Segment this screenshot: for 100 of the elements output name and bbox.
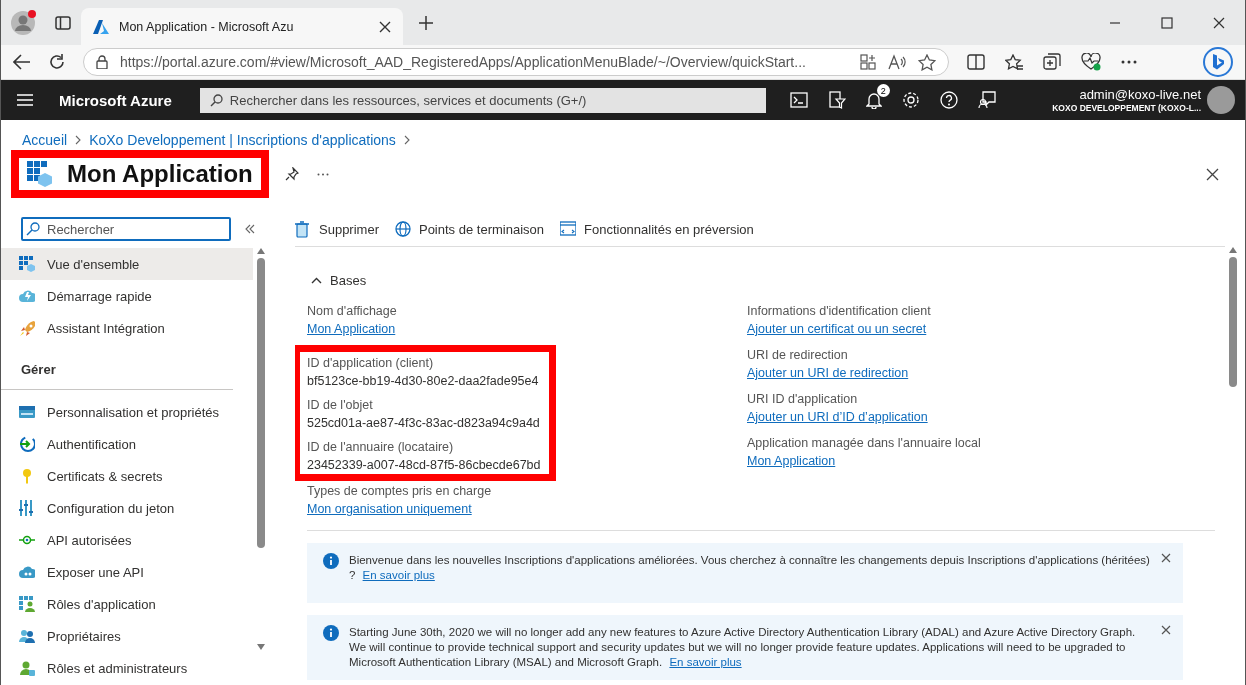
collapse-icon[interactable]	[245, 224, 255, 234]
nav-item-icon	[19, 320, 35, 336]
learn-more-link[interactable]: En savoir plus	[362, 569, 435, 581]
copilot-button[interactable]	[1203, 47, 1233, 77]
field-label: Types de comptes pris en charge	[307, 483, 492, 500]
close-icon[interactable]	[1206, 167, 1219, 181]
scroll-up-icon[interactable]	[257, 248, 265, 254]
more-icon[interactable]	[1121, 60, 1137, 64]
field-label: ID d'application (client)	[307, 355, 434, 372]
maximize-icon[interactable]	[1161, 16, 1173, 29]
endpoints-button[interactable]: Points de terminaison	[394, 221, 544, 238]
browser-tab[interactable]: Mon Application - Microsoft Azu	[81, 8, 403, 45]
field-label: URI de redirection	[747, 347, 848, 364]
field-link[interactable]: Ajouter un URI d’ID d’application	[747, 408, 928, 426]
field-link[interactable]: Ajouter un URI de redirection	[747, 364, 909, 382]
scrollbar-thumb[interactable]	[257, 258, 265, 548]
collections-icon[interactable]	[1043, 53, 1061, 71]
profile-icon[interactable]	[11, 9, 37, 36]
field-value: 23452339-a007-48cd-87f5-86cbecde67bd	[307, 457, 541, 474]
window-icon	[560, 221, 576, 238]
field-label: Application managée dans l'annuaire local	[747, 435, 981, 452]
field-value: bf5123ce-bb19-4d30-80e2-daa2fade95e4	[307, 373, 539, 390]
preview-features-button[interactable]: Fonctionnalités en préversion	[560, 221, 754, 238]
split-screen-icon[interactable]	[967, 54, 985, 70]
delete-button[interactable]: Supprimer	[295, 221, 379, 238]
menu-icon[interactable]	[17, 94, 33, 106]
nav-item[interactable]: Exposer une API	[1, 556, 253, 588]
chevron-icon	[75, 135, 82, 145]
field-value: 525cd01a-ae87-4f3c-83ac-d823a94c9a4d	[307, 415, 540, 432]
nav-item[interactable]: API autorisées	[1, 524, 253, 556]
nav-item[interactable]: Rôles et administrateurs	[1, 652, 253, 684]
reload-icon[interactable]	[49, 54, 65, 70]
nav-item[interactable]: Personnalisation et propriétés	[1, 396, 253, 428]
close-icon[interactable]	[1213, 16, 1225, 29]
feedback-icon[interactable]	[977, 91, 996, 109]
tab-title: Mon Application - Microsoft Azu	[119, 19, 295, 34]
field-label: URI ID d'application	[747, 391, 858, 408]
scrollbar-thumb[interactable]	[1229, 257, 1237, 387]
nav-item[interactable]: Configuration du jeton	[1, 492, 253, 524]
app-registration-icon	[27, 161, 53, 187]
help-icon[interactable]	[939, 91, 958, 109]
nav-item[interactable]: Assistant Intégration	[1, 312, 253, 344]
scroll-up-icon[interactable]	[1229, 247, 1237, 253]
tenant-name[interactable]: KOXO DEVELOPPEMENT (KOXO-L...	[1052, 102, 1201, 113]
close-icon[interactable]	[379, 20, 391, 33]
nav-item[interactable]: Vue d'ensemble	[1, 248, 253, 280]
globe-icon	[394, 221, 411, 238]
section-heading: Gérer	[1, 344, 233, 390]
close-icon[interactable]	[1161, 553, 1171, 563]
field-link[interactable]: Ajouter un certificat ou un secret	[747, 320, 927, 338]
directory-filter-icon[interactable]	[827, 91, 846, 109]
nav-item[interactable]: Rôles d'application	[1, 588, 253, 620]
breadcrumb-link[interactable]: KoXo Developpement | Inscriptions d'applications	[89, 132, 396, 148]
settings-icon[interactable]	[901, 91, 920, 109]
search-icon	[26, 222, 40, 236]
nav-item[interactable]: Propriétaires	[1, 620, 253, 652]
chevron-up-icon	[311, 277, 322, 284]
chevron-icon	[403, 135, 410, 145]
portal-search-field[interactable]: Rechercher dans les ressources, services et documents (G+/)	[199, 87, 766, 113]
bing-logo-icon	[1211, 53, 1225, 71]
info-icon	[323, 553, 339, 569]
account-email[interactable]: admin@koxo-live.net	[1052, 87, 1201, 103]
close-icon[interactable]	[1161, 625, 1171, 635]
field-link[interactable]: Mon Application	[307, 320, 396, 338]
cloud-shell-icon[interactable]	[789, 92, 808, 108]
field-label: ID de l'annuaire (locataire)	[307, 439, 454, 456]
back-icon[interactable]	[13, 54, 31, 70]
favorites-icon[interactable]	[1005, 53, 1023, 71]
learn-more-link[interactable]: En savoir plus	[669, 656, 742, 668]
address-field[interactable]: https://portal.azure.com/#view/Microsoft_AAD_RegisteredApps/ApplicationMenuBlade/~/Overview/quickStart...	[83, 48, 949, 76]
nav-item-icon	[19, 564, 35, 580]
avatar[interactable]	[1207, 86, 1235, 114]
nav-item[interactable]: Authentification	[1, 428, 253, 460]
nav-item-icon	[19, 404, 35, 420]
read-aloud-icon[interactable]	[888, 54, 906, 70]
field-link[interactable]: Mon organisation uniquement	[307, 500, 472, 518]
nav-item-icon	[19, 436, 35, 452]
more-icon[interactable]	[316, 172, 329, 176]
app-grid-icon[interactable]	[860, 54, 876, 70]
tab-actions-icon[interactable]	[55, 14, 71, 31]
new-tab-icon[interactable]	[419, 15, 433, 30]
nav-item-icon	[19, 628, 35, 644]
url-text: https://portal.azure.com/#view/Microsoft_AAD_RegisteredApps/ApplicationMenuBlade/~/Overview/quickStart...	[120, 54, 807, 70]
field-label: Informations d'identification client	[747, 303, 931, 320]
section-toggle[interactable]: Bases	[311, 273, 367, 288]
sidebar-search-field[interactable]: Rechercher	[21, 217, 231, 241]
breadcrumb-link[interactable]: Accueil	[22, 132, 68, 148]
nav-item[interactable]: Certificats & secrets	[1, 460, 253, 492]
notification-bell-icon[interactable]	[865, 91, 882, 109]
pin-icon[interactable]	[284, 167, 299, 181]
nav-item-icon	[19, 288, 35, 304]
portal-brand[interactable]: Microsoft Azure	[59, 91, 172, 109]
field-label: Nom d'affichage	[307, 303, 397, 320]
trash-icon	[295, 221, 311, 238]
nav-item[interactable]: Démarrage rapide	[1, 280, 253, 312]
heart-pulse-icon[interactable]	[1081, 53, 1101, 71]
scroll-down-icon[interactable]	[257, 644, 265, 650]
field-link[interactable]: Mon Application	[747, 452, 836, 470]
banner-text: Bienvenue dans les nouvelles Inscriptions d'applications améliorées. Vous cherchez à connaître les changements depuis Inscriptions d'applications (héritées) ? En savoir plus	[349, 553, 1151, 583]
star-icon[interactable]	[918, 53, 936, 71]
